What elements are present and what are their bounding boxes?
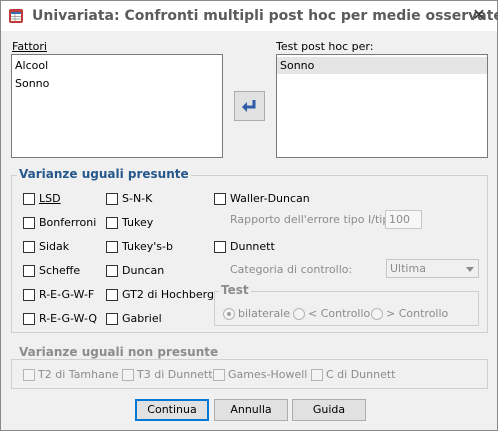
less-than-control-label: < Controllo [308, 307, 371, 320]
scheffe-label: Scheffe [39, 264, 81, 277]
duncan-checkbox[interactable] [106, 265, 118, 277]
tamhane-t2-label: T2 di Tamhane [38, 368, 119, 381]
control-category-label: Categoria di controllo: [230, 263, 353, 276]
hochberg-gt2-label: GT2 di Hochberg [122, 288, 214, 301]
regwq-checkbox[interactable] [23, 313, 35, 325]
error-ratio-label: Rapporto dell'errore tipo I/tipo II: [230, 213, 410, 226]
duncan-label: Duncan [122, 264, 165, 277]
greater-than-control-radio[interactable] [371, 308, 383, 320]
sidak-label: Sidak [39, 240, 70, 253]
list-item[interactable]: Sonno [12, 75, 222, 92]
games-howell-checkbox[interactable] [213, 369, 225, 381]
spss-app-icon [9, 9, 23, 23]
chevron-down-icon [466, 267, 474, 272]
list-item[interactable]: Alcool [12, 57, 222, 74]
tukey-b-label: Tukey's-b [122, 240, 173, 253]
cancel-button[interactable]: Annulla [214, 399, 288, 421]
dunnett-c-checkbox[interactable] [311, 369, 323, 381]
dunnett-t3-label: T3 di Dunnett [137, 368, 213, 381]
arrow-left-icon [242, 100, 256, 112]
tukey-checkbox[interactable] [106, 217, 118, 229]
gabriel-label: Gabriel [122, 312, 162, 325]
post-hoc-list[interactable]: Sonno [276, 54, 488, 158]
factors-label: Fattori [12, 40, 47, 53]
bonferroni-label: Bonferroni [39, 216, 97, 229]
continue-button[interactable]: Continua [135, 399, 209, 421]
dunnett-label: Dunnett [230, 240, 275, 253]
control-category-select[interactable]: Ultima [386, 259, 479, 278]
close-icon[interactable]: ✕ [467, 4, 491, 26]
sidak-checkbox[interactable] [23, 241, 35, 253]
equal-variances-title: Varianze uguali presunte [17, 167, 191, 181]
error-ratio-input[interactable]: 100 [385, 210, 422, 229]
hochberg-gt2-checkbox[interactable] [106, 289, 118, 301]
dunnett-c-label: C di Dunnett [326, 368, 396, 381]
waller-duncan-checkbox[interactable] [214, 193, 226, 205]
games-howell-label: Games-Howell [228, 368, 308, 381]
post-hoc-label: Test post hoc per: [276, 40, 374, 53]
snk-checkbox[interactable] [106, 193, 118, 205]
unequal-variances-title: Varianze uguali non presunte [17, 345, 221, 359]
title-bar: Univariata: Confronti multipli post hoc … [1, 1, 498, 31]
gabriel-checkbox[interactable] [106, 313, 118, 325]
tamhane-t2-checkbox[interactable] [23, 369, 35, 381]
test-group-title: Test [219, 283, 251, 297]
two-sided-radio[interactable] [223, 308, 235, 320]
bonferroni-checkbox[interactable] [23, 217, 35, 229]
help-button[interactable]: Guida [292, 399, 366, 421]
regwq-label: R-E-G-W-Q [39, 312, 97, 325]
list-item[interactable]: Sonno [277, 57, 487, 74]
greater-than-control-label: > Controllo [386, 307, 449, 320]
lsd-checkbox[interactable] [23, 193, 35, 205]
regwf-label: R-E-G-W-F [39, 288, 95, 301]
window-title: Univariata: Confronti multipli post hoc … [32, 8, 498, 24]
tukey-label: Tukey [122, 216, 154, 229]
less-than-control-radio[interactable] [293, 308, 305, 320]
dunnett-checkbox[interactable] [214, 241, 226, 253]
scheffe-checkbox[interactable] [23, 265, 35, 277]
snk-label: S-N-K [122, 192, 153, 205]
dunnett-t3-checkbox[interactable] [122, 369, 134, 381]
control-category-value: Ultima [390, 262, 426, 275]
tukey-b-checkbox[interactable] [106, 241, 118, 253]
two-sided-label: bilaterale [238, 307, 291, 320]
move-to-post-hoc-button[interactable] [234, 91, 265, 121]
radio-selected-dot [227, 312, 231, 316]
lsd-label: LSD [39, 192, 61, 205]
factors-list[interactable]: Alcool Sonno [11, 54, 223, 158]
regwf-checkbox[interactable] [23, 289, 35, 301]
post-hoc-dialog: Univariata: Confronti multipli post hoc … [0, 0, 498, 431]
waller-duncan-label: Waller-Duncan [230, 192, 310, 205]
